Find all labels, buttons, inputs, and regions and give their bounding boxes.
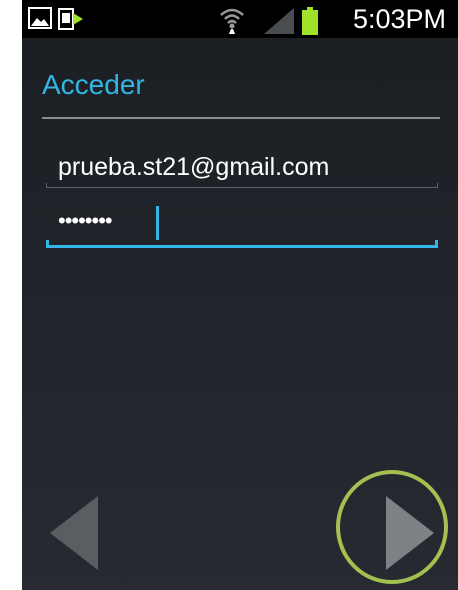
password-field[interactable]: •••••••• [46,200,438,248]
phone-screen: 5:03PM Acceder prueba.st21@gmail.com •••… [22,0,458,590]
back-button[interactable] [44,492,104,574]
email-underline [46,183,438,188]
wifi-icon [218,5,246,39]
email-value: prueba.st21@gmail.com [58,153,330,181]
status-bar: 5:03PM [22,0,458,38]
triangle-right-icon [386,496,434,570]
triangle-left-icon [50,496,98,570]
next-button[interactable] [380,492,440,574]
password-value: •••••••• [58,208,113,233]
email-field[interactable]: prueba.st21@gmail.com [46,146,438,188]
page-title: Acceder [42,69,145,100]
sync-notification-icon [57,7,85,30]
battery-icon [302,7,318,39]
text-cursor [156,206,159,240]
password-underline [46,240,438,248]
gallery-notification-icon [28,7,57,29]
notification-icons [28,7,85,31]
status-time: 5:03PM [352,4,446,34]
signal-icon [264,8,294,38]
title-divider [42,117,440,119]
